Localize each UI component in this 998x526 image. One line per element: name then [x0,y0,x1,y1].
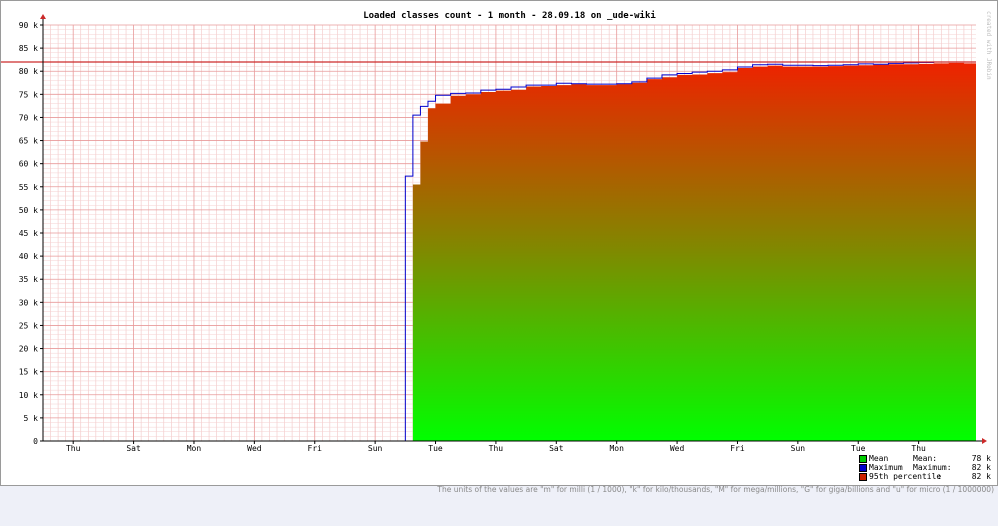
y-tick-label: 30 k [19,298,38,307]
legend: Mean Mean: 78 k Maximum Maximum: 82 k 95… [859,454,991,481]
y-tick-label: 5 k [24,414,39,423]
y-tick-label: 15 k [19,368,38,377]
legend-value-mean: 78 k [971,454,991,463]
y-tick-label: 75 k [19,90,38,99]
legend-value-maximum: 82 k [971,463,991,472]
x-tick-label: Sun [368,444,383,453]
x-tick-label: Thu [66,444,81,453]
y-tick-label: 45 k [19,229,38,238]
y-tick-label: 70 k [19,113,38,122]
y-tick-label: 0 [33,437,38,446]
y-tick-label: 90 k [19,21,38,30]
x-tick-label: Mon [609,444,624,453]
chart-svg: 0 5 k 10 k 15 k 20 k 25 k 30 k 35 k 40 k 45 k 50 k… [1,10,987,453]
legend-swatch-mean [859,455,867,463]
y-axis-arrow [40,14,46,19]
x-tick-label: Wed [247,444,262,453]
x-tick-label: Fri [730,444,745,453]
legend-stat-mean: Mean: [913,454,938,463]
y-tick-label: 60 k [19,160,38,169]
y-tick-label: 55 k [19,183,38,192]
x-axis-arrow [982,438,987,444]
legend-label-maximum: Maximum [869,463,903,472]
legend-value-percentile: 82 k [971,472,991,481]
y-tick-label: 50 k [19,206,38,215]
y-tick-label: 80 k [19,67,38,76]
legend-item-maximum: Maximum Maximum: 82 k [859,463,991,472]
y-tick-label: 35 k [19,275,38,284]
watermark: created with JRobin [985,11,992,80]
legend-swatch-maximum [859,464,867,472]
x-tick-label: Wed [670,444,685,453]
legend-item-mean: Mean Mean: 78 k [859,454,991,463]
y-tick-label: 10 k [19,391,38,400]
x-tick-label: Thu [489,444,504,453]
legend-stat-maximum: Maximum: [913,463,952,472]
x-tick-label: Sun [791,444,806,453]
legend-stat-percentile: : [937,472,942,481]
y-tick-label: 20 k [19,345,38,354]
x-tick-label: Tue [428,444,443,453]
x-tick-label: Tue [851,444,866,453]
x-tick-label: Fri [308,444,323,453]
units-footnote: The units of the values are "m" for mill… [437,485,994,494]
legend-swatch-percentile [859,473,867,481]
legend-label-mean: Mean [869,454,889,463]
chart-title: Loaded classes count - 1 month - 28.09.1… [363,10,656,21]
y-tick-label: 40 k [19,252,38,261]
y-tick-label: 85 k [19,44,38,53]
legend-label-percentile: 95th percentile [869,472,942,481]
x-tick-label: Mon [187,444,202,453]
x-tick-label: Sat [126,444,141,453]
x-tick-label: Thu [911,444,926,453]
chart-frame: 0 5 k 10 k 15 k 20 k 25 k 30 k 35 k 40 k 45 k 50 k… [0,0,998,486]
series-mean-area [412,62,976,441]
y-tick-label: 25 k [19,321,38,330]
legend-item-percentile: 95th percentile : 82 k [859,472,991,481]
y-tick-label: 65 k [19,137,38,146]
x-tick-label: Sat [549,444,564,453]
